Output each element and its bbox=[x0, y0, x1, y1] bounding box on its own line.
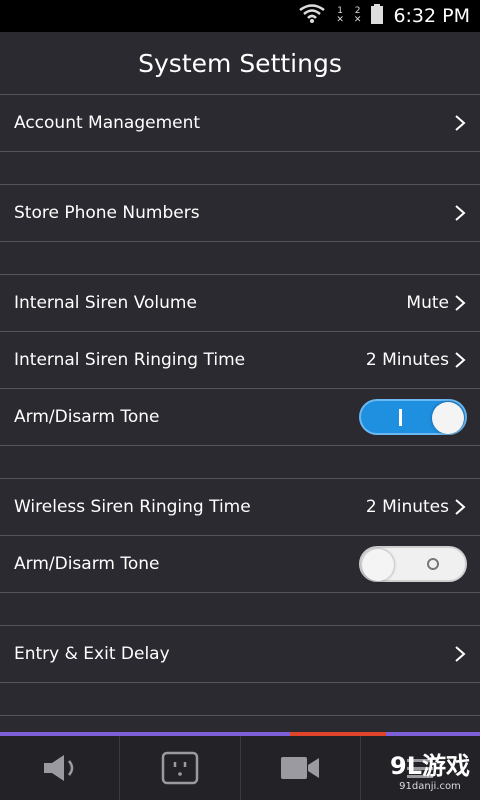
tab-active-accent bbox=[290, 732, 386, 736]
section-spacer bbox=[0, 152, 480, 185]
internal-arm-disarm-tone-toggle[interactable] bbox=[359, 399, 467, 435]
internal-arm-disarm-tone-row: Arm/Disarm Tone bbox=[0, 389, 480, 446]
tab-outlet[interactable] bbox=[120, 736, 241, 800]
wireless-siren-ringing-time-label: Wireless Siren Ringing Time bbox=[14, 497, 251, 517]
tab-siren[interactable] bbox=[0, 736, 121, 800]
chevron-right-icon bbox=[455, 295, 466, 311]
section-spacer bbox=[0, 593, 480, 626]
clock: 6:32 PM bbox=[393, 5, 470, 27]
page-title: System Settings bbox=[138, 48, 342, 78]
sim2-label: 2 bbox=[354, 6, 361, 16]
watermark-sub-text: 91danji.com bbox=[399, 781, 461, 792]
internal-siren-ringing-time-row[interactable]: Internal Siren Ringing Time 2 Minutes bbox=[0, 332, 480, 389]
wireless-siren-ringing-time-row[interactable]: Wireless Siren Ringing Time 2 Minutes bbox=[0, 479, 480, 536]
video-camera-icon bbox=[281, 757, 320, 779]
toggle-on-mark bbox=[399, 409, 402, 426]
wireless-arm-disarm-tone-row: Arm/Disarm Tone bbox=[0, 536, 480, 593]
wireless-arm-disarm-tone-label: Arm/Disarm Tone bbox=[14, 554, 160, 574]
page-header: System Settings bbox=[0, 32, 480, 95]
chevron-right-icon bbox=[455, 115, 466, 131]
sim1-label: 1 bbox=[337, 6, 343, 16]
chevron-right-icon bbox=[455, 205, 466, 221]
section-spacer bbox=[0, 446, 480, 479]
wifi-icon bbox=[298, 4, 326, 28]
chevron-right-icon bbox=[455, 499, 466, 515]
status-bar: 1 ✕ 2 ✕ 6:32 PM bbox=[0, 0, 480, 32]
wireless-siren-ringing-time-value: 2 Minutes bbox=[365, 497, 449, 517]
battery-icon bbox=[371, 4, 384, 28]
section-spacer bbox=[0, 242, 480, 275]
internal-siren-ringing-time-value: 2 Minutes bbox=[365, 350, 449, 370]
toggle-knob bbox=[432, 402, 464, 434]
sim1-no-signal-icon: 1 ✕ bbox=[336, 6, 344, 25]
chevron-right-icon bbox=[455, 352, 466, 368]
sim2-no-signal-icon: 2 ✕ bbox=[353, 6, 362, 25]
chevron-right-icon bbox=[455, 646, 466, 662]
internal-arm-disarm-tone-label: Arm/Disarm Tone bbox=[14, 407, 160, 427]
toggle-knob bbox=[362, 549, 394, 581]
internal-siren-volume-value: Mute bbox=[406, 293, 449, 313]
account-management-label: Account Management bbox=[14, 113, 201, 133]
internal-siren-ringing-time-label: Internal Siren Ringing Time bbox=[14, 350, 246, 370]
store-phone-numbers-row[interactable]: Store Phone Numbers bbox=[0, 185, 480, 242]
tab-video[interactable] bbox=[241, 736, 361, 800]
internal-siren-volume-row[interactable]: Internal Siren Volume Mute bbox=[0, 275, 480, 332]
bottom-tab-bar: 9L游戏 91danji.com bbox=[0, 732, 480, 800]
watermark-main-text: 9L游戏 bbox=[390, 752, 470, 780]
entry-exit-delay-label: Entry & Exit Delay bbox=[14, 644, 170, 664]
section-spacer bbox=[0, 683, 480, 716]
watermark-logo: 9L游戏 91danji.com bbox=[390, 746, 470, 792]
toggle-off-mark bbox=[427, 558, 439, 570]
entry-exit-delay-row[interactable]: Entry & Exit Delay bbox=[0, 626, 480, 683]
store-phone-numbers-label: Store Phone Numbers bbox=[14, 203, 200, 223]
account-management-row[interactable]: Account Management bbox=[0, 95, 480, 152]
internal-siren-volume-label: Internal Siren Volume bbox=[14, 293, 197, 313]
wireless-arm-disarm-tone-toggle[interactable] bbox=[359, 546, 467, 582]
outlet-icon bbox=[161, 751, 199, 785]
speaker-icon bbox=[43, 755, 73, 781]
